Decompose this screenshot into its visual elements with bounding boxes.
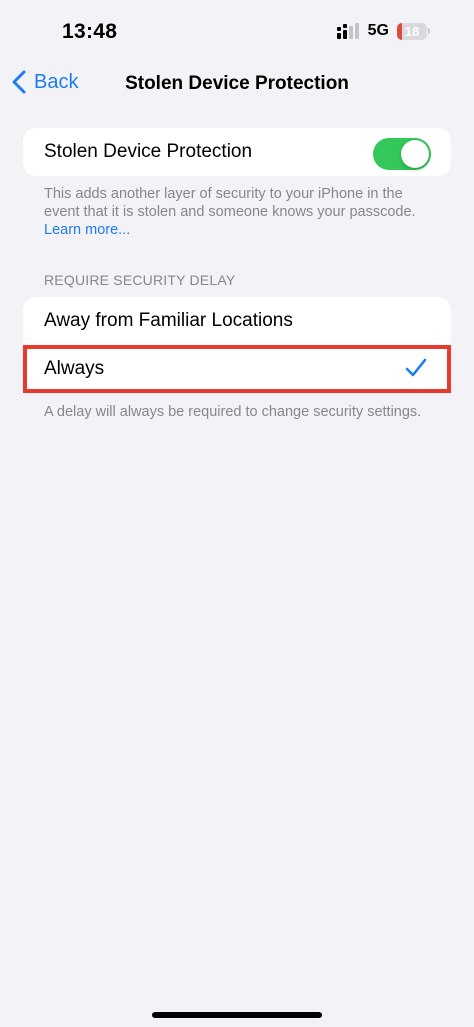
checkmark-icon xyxy=(405,358,427,377)
signal-bars-icon xyxy=(336,23,359,39)
battery-level: 18 xyxy=(404,23,420,39)
network-label: 5G xyxy=(367,22,389,39)
battery-icon: 18 xyxy=(397,22,430,40)
toggle-knob xyxy=(401,140,429,168)
security-delay-card: Away from Familiar Locations Always xyxy=(23,297,451,393)
security-delay-footer: A delay will always be required to chang… xyxy=(44,404,422,420)
status-bar: 13:48 5G 18 xyxy=(0,0,474,60)
page-title: Stolen Device Protection xyxy=(125,73,349,94)
option-label: Always xyxy=(44,358,105,379)
protection-toggle-label: Stolen Device Protection xyxy=(44,141,253,162)
protection-toggle[interactable] xyxy=(373,138,431,170)
status-indicators: 5G 18 xyxy=(336,22,430,40)
option-away-from-familiar-locations[interactable]: Away from Familiar Locations xyxy=(23,297,451,345)
learn-more-link[interactable]: Learn more... xyxy=(44,222,130,238)
status-time: 13:48 xyxy=(62,20,118,43)
battery-fill xyxy=(397,22,403,40)
option-label: Away from Familiar Locations xyxy=(44,310,293,331)
option-always[interactable]: Always xyxy=(23,345,451,393)
protection-description: This adds another layer of security to y… xyxy=(44,185,434,239)
protection-card: Stolen Device Protection xyxy=(23,128,451,176)
security-delay-header: REQUIRE SECURITY DELAY xyxy=(44,272,236,288)
protection-description-text: This adds another layer of security to y… xyxy=(44,186,416,220)
home-indicator xyxy=(152,1012,322,1018)
nav-bar: Back Stolen Device Protection xyxy=(0,62,474,106)
protection-row: Stolen Device Protection xyxy=(23,128,451,176)
